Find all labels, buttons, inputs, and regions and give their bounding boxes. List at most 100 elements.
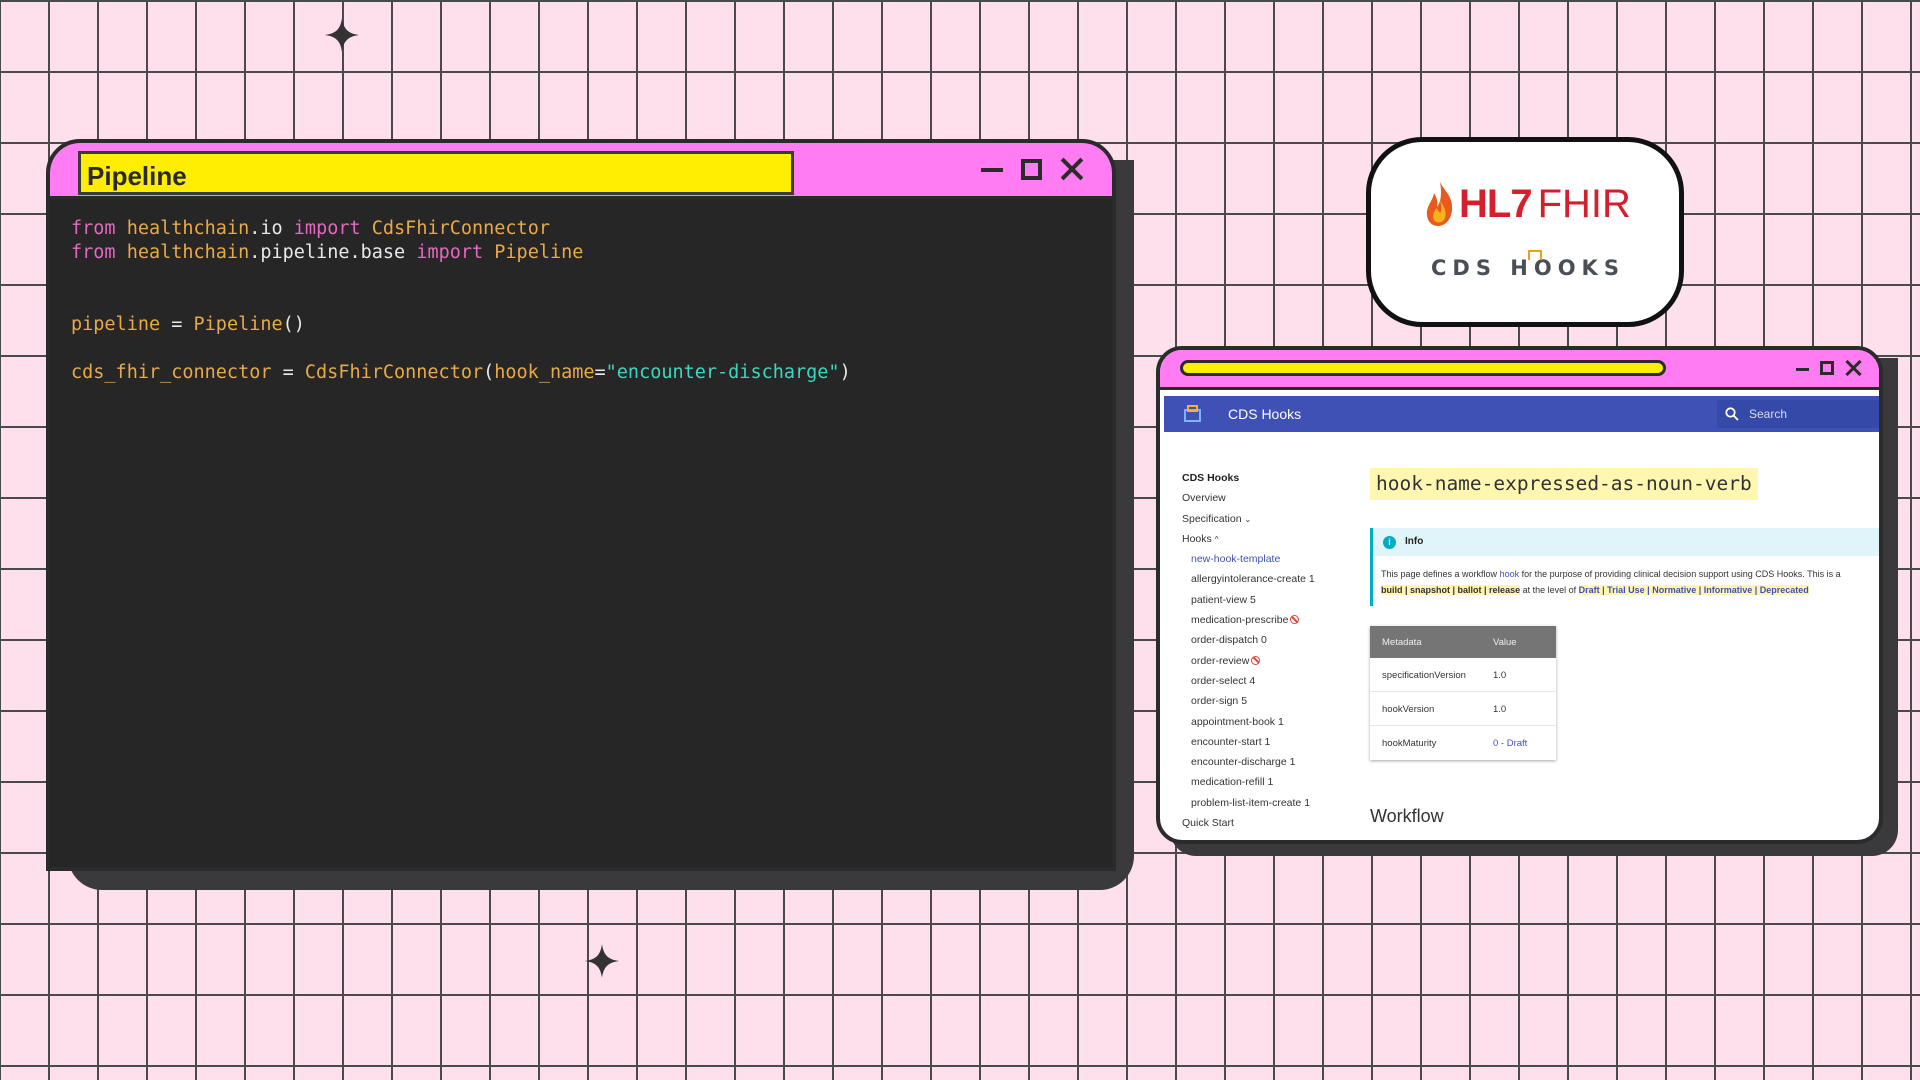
maturity-link[interactable]: 0 - Draft [1493, 738, 1527, 749]
sidebar-item-patient-view-5[interactable]: patient-view 5 [1182, 594, 1332, 614]
info-icon: i [1383, 536, 1396, 549]
maximize-icon[interactable] [1021, 158, 1042, 180]
sidebar-item-label: encounter-start 1 [1191, 735, 1271, 748]
table-cell: hookMaturity [1382, 738, 1437, 749]
hl7-fhir-cds-hooks-logo: HL7 FHIR CDS HOOKS [1366, 137, 1684, 327]
sidebar-item-medication-prescribe[interactable]: medication-prescribe [1182, 614, 1332, 634]
code-token: .io [249, 218, 294, 239]
sidebar-item-cds-hooks[interactable]: CDS Hooks [1182, 472, 1332, 492]
sidebar-item-order-review[interactable]: order-review [1182, 655, 1332, 675]
table-cell: 1.0 [1493, 704, 1507, 715]
sidebar-item-hooks[interactable]: Hooks ^ [1182, 533, 1332, 553]
sidebar-item-label: order-sign 5 [1191, 695, 1248, 708]
code-token: healthchain [126, 242, 250, 263]
table-cell: hookVersion [1382, 704, 1435, 715]
sidebar-item-appointment-book-1[interactable]: appointment-book 1 [1182, 716, 1332, 736]
minimize-icon[interactable] [1796, 367, 1809, 371]
sidebar-item-encounter-start-1[interactable]: encounter-start 1 [1182, 736, 1332, 756]
sidebar-item-allergyintolerance-create-1[interactable]: allergyintolerance-create 1 [1182, 573, 1332, 593]
close-icon[interactable] [1060, 157, 1084, 181]
hook-link[interactable]: hook [1500, 569, 1520, 579]
maximize-icon[interactable] [1820, 361, 1834, 375]
code-token: .pipeline.base [249, 242, 417, 263]
search-input[interactable]: Search [1717, 400, 1879, 428]
code-token: = [160, 314, 194, 335]
maturity-levels[interactable]: Draft | Trial Use | Normative | Informat… [1578, 585, 1809, 595]
code-token: cds_fhir_connector [71, 362, 272, 383]
code-window-titlebar[interactable]: Pipeline [50, 143, 1112, 199]
browser-window: CDS Hooks Search CDS Hooks Overview Specif… [1156, 346, 1883, 844]
table-cell: specificationVersion [1382, 670, 1466, 681]
sidebar-item-problem-list-item-create-1[interactable]: problem-list-item-create 1 [1182, 797, 1332, 817]
metadata-table: Metadata Value specificationVersion 1.0 … [1370, 626, 1556, 760]
sidebar-item-label: CDS Hooks [1182, 472, 1240, 484]
code-editor[interactable]: from healthchain.io import CdsFhirConnec… [50, 199, 1112, 385]
hl7-fhir-logo: HL7 FHIR [1423, 180, 1631, 228]
info-text: This page defines a workflow hook for th… [1373, 556, 1879, 598]
sidebar-item-order-select-4[interactable]: order-select 4 [1182, 675, 1332, 695]
table-cell: 1.0 [1493, 670, 1507, 681]
code-token: = [271, 362, 305, 383]
sidebar-item-label: problem-list-item-create 1 [1191, 796, 1311, 809]
code-token: = [594, 362, 606, 383]
browser-titlebar[interactable] [1160, 350, 1879, 390]
chevron-icon: ⌄ [1244, 514, 1252, 524]
code-token: Pipeline [193, 314, 283, 335]
code-token: hook_name [494, 362, 595, 383]
sidebar-item-label: order-select 4 [1191, 674, 1256, 687]
code-token: ( [483, 362, 495, 383]
code-token: from [71, 218, 116, 239]
sidebar-item-specification[interactable]: Specification ⌄ [1182, 513, 1332, 533]
deprecated-icon [1251, 655, 1261, 665]
sidebar-item-label: appointment-book 1 [1191, 715, 1284, 728]
code-line: cds_fhir_connector = CdsFhirConnector(ho… [71, 361, 1112, 385]
code-token: CdsFhirConnector [371, 218, 550, 239]
code-token: Pipeline [494, 242, 584, 263]
code-token: from [71, 242, 116, 263]
sidebar-item-label: medication-prescribe [1191, 614, 1289, 627]
code-line: from healthchain.pipeline.base import Pi… [71, 241, 1112, 265]
search-placeholder: Search [1749, 407, 1788, 421]
code-token: ) [839, 362, 851, 383]
sidebar-item-order-sign-5[interactable]: order-sign 5 [1182, 695, 1332, 715]
table-row: hookVersion 1.0 [1370, 692, 1556, 726]
sidebar-item-label: allergyintolerance-create 1 [1191, 573, 1315, 586]
sidebar-item-order-dispatch-0[interactable]: order-dispatch 0 [1182, 634, 1332, 654]
address-bar[interactable] [1180, 360, 1666, 376]
sidebar-item-label: new-hook-template [1191, 553, 1281, 566]
sidebar-item-quick-start[interactable]: Quick Start [1182, 817, 1332, 837]
main-content: hook-name-expressed-as-noun-verb i Info … [1370, 468, 1879, 827]
info-text-part: This page defines a workflow [1381, 569, 1500, 579]
code-window-title: Pipeline [78, 151, 794, 195]
cds-hooks-logo-icon[interactable] [1184, 405, 1201, 422]
sidebar-item-encounter-discharge-1[interactable]: encounter-discharge 1 [1182, 756, 1332, 776]
sidebar-item-new-hook-template[interactable]: new-hook-template [1182, 553, 1332, 573]
app-title[interactable]: CDS Hooks [1228, 406, 1301, 422]
code-token: pipeline [71, 314, 161, 335]
close-icon[interactable] [1845, 360, 1861, 376]
app-bar: CDS Hooks Search [1164, 396, 1879, 432]
hook-box-icon [1528, 250, 1542, 260]
sidebar-item-overview[interactable]: Overview [1182, 492, 1332, 512]
sidebar-item-label: Specification [1182, 512, 1242, 525]
sparkle-icon [325, 18, 359, 52]
sidebar-item-label: medication-refill 1 [1191, 776, 1274, 789]
info-text-part: for the purpose of providing clinical de… [1519, 569, 1841, 579]
info-title: Info [1405, 536, 1424, 547]
window-controls [1796, 360, 1861, 376]
sidebar-item-medication-refill-1[interactable]: medication-refill 1 [1182, 776, 1332, 796]
sidebar-item-label: patient-view 5 [1191, 593, 1256, 606]
workflow-heading: Workflow [1370, 806, 1444, 826]
table-row: specificationVersion 1.0 [1370, 658, 1556, 692]
info-callout-header: i Info [1373, 528, 1879, 556]
code-token: "encounter-discharge" [605, 362, 840, 383]
sidebar-item-label: Overview [1182, 492, 1226, 505]
minimize-icon[interactable] [981, 168, 1003, 172]
sidebar-nav: CDS Hooks Overview Specification ⌄ Hooks ^ new… [1182, 472, 1332, 837]
